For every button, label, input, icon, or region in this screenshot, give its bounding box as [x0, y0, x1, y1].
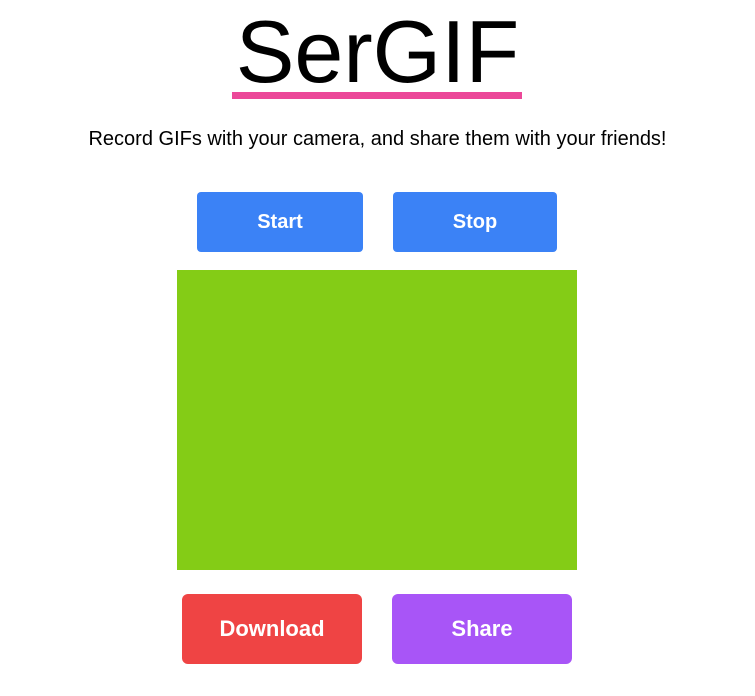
stop-button[interactable]: Stop: [393, 192, 557, 252]
download-button[interactable]: Download: [182, 594, 362, 664]
gif-preview: [177, 270, 577, 570]
app-title: SerGIF: [235, 2, 520, 101]
tagline: Record GIFs with your camera, and share …: [88, 128, 667, 150]
start-button[interactable]: Start: [197, 192, 363, 252]
share-button[interactable]: Share: [392, 594, 572, 664]
title-underline: [232, 92, 522, 99]
